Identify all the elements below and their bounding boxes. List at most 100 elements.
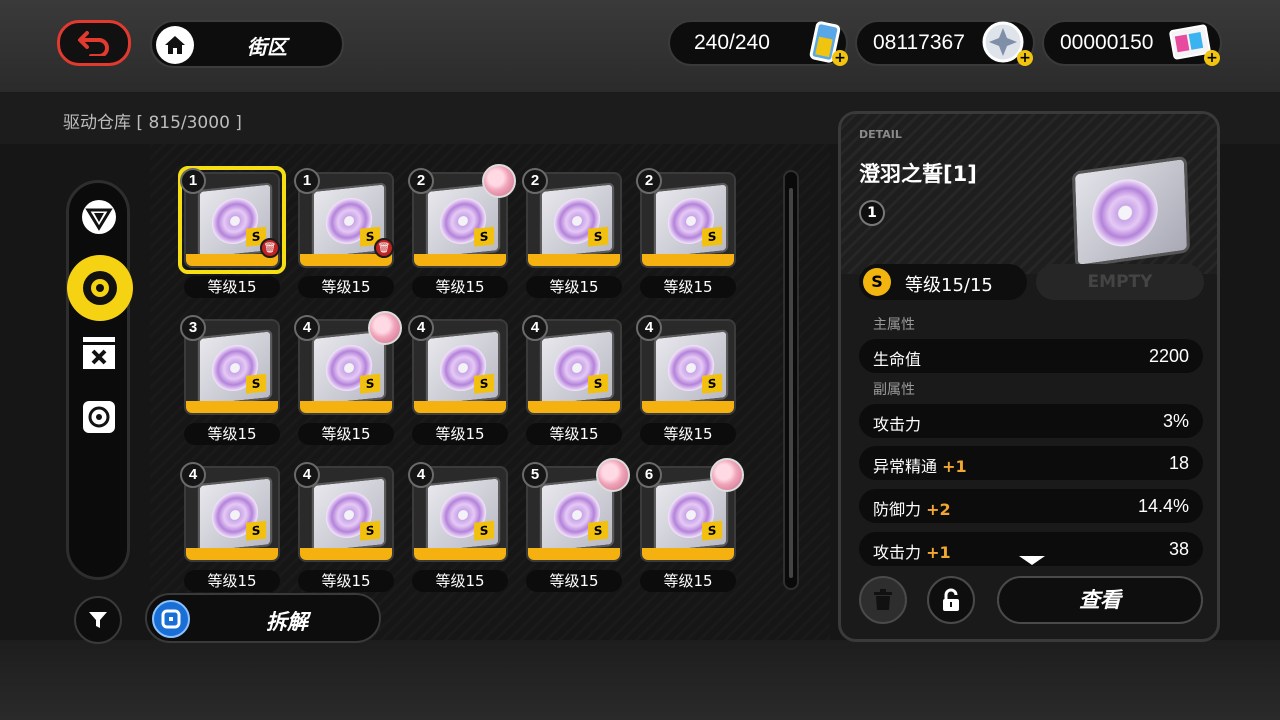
denny-value: 08117367	[873, 31, 965, 54]
rarity-bar	[528, 254, 620, 266]
lock-button[interactable]	[927, 576, 975, 624]
item-level: 等级15	[526, 570, 622, 592]
drive-disc-item[interactable]: 4 等级15	[180, 462, 284, 602]
slot-number: 5	[522, 462, 548, 488]
home-icon	[156, 26, 194, 64]
filter-button[interactable]	[74, 596, 122, 644]
drive-disc-item[interactable]: 2 等级15	[636, 168, 740, 308]
drive-disc-item[interactable]: 4 等级15	[294, 311, 402, 455]
slot-number: 1	[294, 168, 320, 194]
drive-disc-image	[425, 476, 501, 554]
funnel-icon	[89, 612, 107, 628]
equipped-agent-avatar	[482, 164, 516, 198]
drive-disc-item[interactable]: 3 等级15	[180, 315, 284, 455]
drive-disc-item[interactable]: 4 等级15	[636, 315, 740, 455]
dismantle-label: 拆解	[266, 610, 308, 634]
drive-disc-image	[653, 182, 729, 260]
slot-number: 1	[180, 168, 206, 194]
rarity-bar	[528, 401, 620, 413]
home-location-button[interactable]: 街区	[150, 20, 344, 68]
drive-disc-item[interactable]: 6 等级15	[636, 458, 744, 602]
rarity-bar	[528, 548, 620, 560]
drive-disc-item[interactable]: 4 等级15	[294, 462, 398, 602]
sub-stat-row: 攻击力 3%	[859, 404, 1203, 438]
item-level: 等级15	[640, 423, 736, 445]
drive-disc-item[interactable]: 5 等级15	[522, 458, 630, 602]
add-battery-icon[interactable]: +	[832, 50, 848, 66]
drive-disc-item[interactable]: 1 🗑 等级15	[294, 168, 398, 308]
rarity-bar	[414, 401, 506, 413]
view-button[interactable]: 查看	[997, 576, 1203, 624]
rarity-bar	[414, 254, 506, 266]
drive-disc-image	[653, 329, 729, 407]
trash-icon: 🗑	[374, 238, 394, 258]
item-level: 等级15	[640, 276, 736, 298]
slot-number: 6	[636, 462, 662, 488]
rarity-bar	[642, 401, 734, 413]
battery-resource[interactable]: 240/240 +	[668, 20, 848, 66]
drive-disc-image	[197, 329, 273, 407]
slot-number: 4	[522, 315, 548, 341]
drive-disc-item[interactable]: 4 等级15	[522, 315, 626, 455]
disc-icon	[83, 271, 117, 305]
disc-name: 澄羽之誓[1]	[859, 162, 977, 186]
safe-icon	[83, 401, 115, 433]
add-denny-icon[interactable]: +	[1017, 50, 1033, 66]
discard-button[interactable]	[859, 576, 907, 624]
dismantle-icon	[152, 600, 190, 638]
rarity-bar	[642, 254, 734, 266]
slot-number: 4	[180, 462, 206, 488]
item-level: 等级15	[526, 423, 622, 445]
slot-number: 2	[636, 168, 662, 194]
rarity-bar	[414, 548, 506, 560]
sub-stat-row: 异常精通 +1 18	[859, 446, 1203, 480]
film-resource[interactable]: 00000150 +	[1042, 20, 1222, 66]
drive-disc-item[interactable]: 2 等级15	[522, 168, 626, 308]
category-drive-disc[interactable]	[67, 255, 133, 321]
category-bangboo[interactable]	[79, 397, 119, 437]
item-level: 等级15	[184, 423, 280, 445]
category-all[interactable]	[79, 197, 119, 237]
category-discard[interactable]	[79, 333, 119, 373]
discard-box-icon	[83, 337, 115, 369]
main-stat-title: 主属性	[873, 317, 915, 333]
sub-stat-bonus: +2	[926, 500, 951, 519]
item-level: 等级15	[298, 423, 394, 445]
rarity-bar	[186, 548, 278, 560]
grid-scrollbar[interactable]	[783, 170, 799, 590]
drive-disc-image	[197, 476, 273, 554]
film-value: 00000150	[1060, 31, 1154, 54]
sub-stat-value: 14.4%	[1137, 496, 1189, 516]
drive-disc-item[interactable]: 4 等级15	[408, 462, 512, 602]
back-button[interactable]	[57, 20, 131, 66]
sub-stat-value: 18	[1168, 453, 1189, 473]
item-level: 等级15	[298, 276, 394, 298]
drive-disc-image	[539, 329, 615, 407]
equipped-agent-avatar	[596, 458, 630, 492]
drive-disc-item[interactable]: 4 等级15	[408, 315, 512, 455]
back-arrow-icon	[78, 31, 109, 56]
drive-disc-item[interactable]: 2 等级15	[408, 164, 516, 308]
detail-panel: DETAIL 澄羽之誓[1] 1 S 等级15/15 EMPTY 主属性 生命值…	[838, 111, 1220, 642]
slot-number: 3	[180, 315, 206, 341]
slot-number: 4	[636, 315, 662, 341]
sub-stat-name: 攻击力	[873, 543, 922, 562]
disc-slot-number: 1	[859, 200, 885, 226]
add-film-icon[interactable]: +	[1204, 50, 1220, 66]
drive-disc-image	[425, 329, 501, 407]
denny-resource[interactable]: 08117367 +	[855, 20, 1035, 66]
drive-disc-item[interactable]: 1 🗑 等级15	[178, 166, 286, 308]
rarity-bar	[642, 548, 734, 560]
item-level: 等级15	[640, 570, 736, 592]
main-stat-name: 生命值	[873, 350, 922, 369]
scrollbar-thumb[interactable]	[789, 188, 793, 578]
slot-number: 4	[408, 462, 434, 488]
item-level: 等级15	[412, 570, 508, 592]
scroll-down-icon[interactable]	[1019, 556, 1045, 565]
drive-disc-image	[539, 182, 615, 260]
category-rail	[66, 180, 133, 580]
item-level: 等级15	[412, 276, 508, 298]
equipped-agent-avatar	[368, 311, 402, 345]
slot-number: 4	[294, 462, 320, 488]
item-level: 等级15	[184, 570, 280, 592]
